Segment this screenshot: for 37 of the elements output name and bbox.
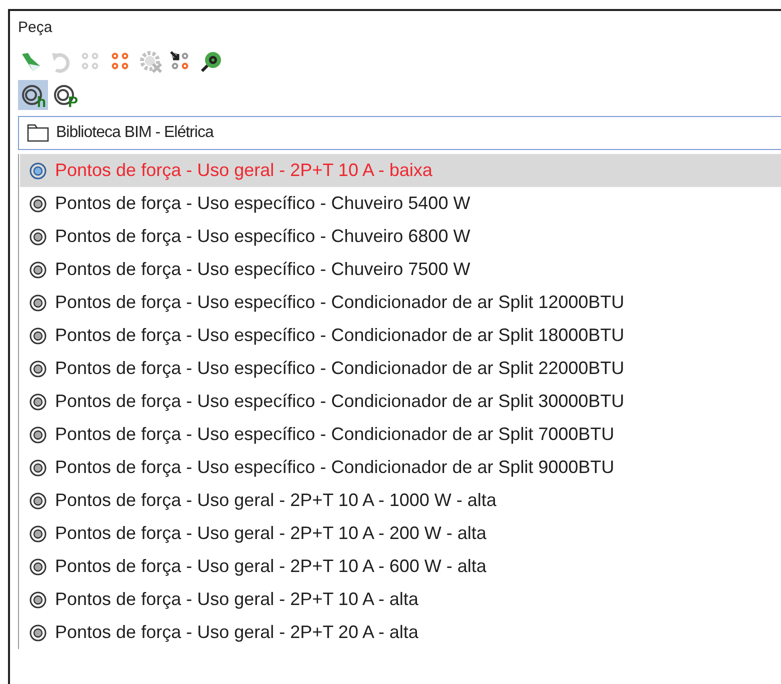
target-icon <box>29 162 47 180</box>
list-item[interactable]: Pontos de força - Uso específico - Chuveiro 6800 W <box>20 220 781 253</box>
target-icon <box>29 360 47 378</box>
target-icon <box>29 492 47 510</box>
list-item[interactable]: Pontos de força - Uso geral - 2P+T 10 A - 200 W - alta <box>20 517 781 550</box>
target-icon <box>29 558 47 576</box>
target-icon <box>29 624 47 642</box>
list-item[interactable]: Pontos de força - Uso específico - Chuveiro 7500 W <box>20 253 781 286</box>
target-icon <box>29 294 47 312</box>
target-icon <box>29 194 47 212</box>
list-item[interactable]: Pontos de força - Uso geral - 2P+T 10 A - 600 W - alta <box>20 550 781 583</box>
toolbar-button[interactable] <box>198 49 224 75</box>
list-item[interactable]: Pontos de força - Uso geral - 2P+T 10 A - alta <box>20 583 781 616</box>
list-item[interactable]: Pontos de força - Uso específico - Chuveiro 5400 W <box>20 187 781 220</box>
target-icon <box>29 590 47 608</box>
target-icon <box>29 228 47 246</box>
list-item[interactable]: Pontos de força - Uso específico - Condicionador de ar Split 9000BTU <box>20 451 781 484</box>
list-item[interactable]: Pontos de força - Uso específico - Condicionador de ar Split 12000BTU <box>20 286 781 319</box>
panel-title: Peça <box>18 18 54 37</box>
list-item[interactable]: Pontos de força - Uso geral - 2P+T 10 A - 1000 W - alta <box>20 484 781 517</box>
gear-icon <box>138 49 164 75</box>
target-icon <box>29 392 47 410</box>
library-label: Biblioteca BIM - Elétrica <box>56 123 214 143</box>
target-icon <box>29 458 47 476</box>
list-item[interactable]: Pontos de força - Uso específico - Condicionador de ar Split 7000BTU <box>20 418 781 451</box>
target-icon <box>29 326 47 344</box>
list-item[interactable]: Pontos de força - Uso específico - Condicionador de ar Split 18000BTU <box>20 319 781 352</box>
library-field[interactable]: Biblioteca BIM - Elétrica <box>18 116 781 150</box>
list-item[interactable]: Pontos de força - Uso específico - Condicionador de ar Split 30000BTU <box>20 385 781 418</box>
list-item[interactable]: Pontos de força - Uso específico - Condicionador de ar Split 22000BTU <box>20 352 781 385</box>
search-icon <box>199 50 223 74</box>
target-icon <box>29 524 47 542</box>
folder-icon <box>27 124 49 142</box>
mode-button[interactable]: P <box>50 80 80 110</box>
list-item[interactable]: Pontos de força - Uso geral - 2P+T 20 A - alta <box>20 616 781 649</box>
target-icon <box>29 260 47 278</box>
target-icon <box>29 426 47 444</box>
